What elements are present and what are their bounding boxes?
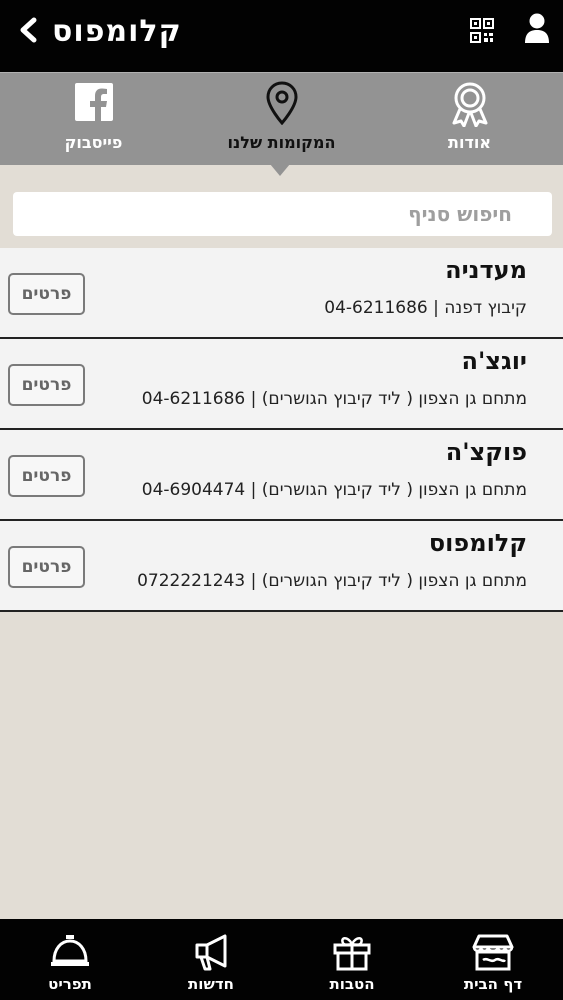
branch-location: מתחם גן הצפון ( ליד קיבוץ הגושרים) xyxy=(261,480,527,500)
list-item[interactable]: קלומפוס מתחם גן הצפון ( ליד קיבוץ הגושרי… xyxy=(0,521,563,612)
chevron-left-icon[interactable] xyxy=(16,16,40,44)
tab-label: המקומות שלנו xyxy=(227,133,336,152)
tab-label: פייסבוק xyxy=(64,133,123,152)
user-icon[interactable] xyxy=(524,12,550,44)
app-screen: קלומפוס פייסבוק המקומות שלנו אודות חיפוש… xyxy=(0,0,563,1000)
megaphone-icon xyxy=(195,934,227,971)
branch-phone[interactable]: 04-6211686 xyxy=(142,389,245,409)
branch-info: מתחם גן הצפון ( ליד קיבוץ הגושרים) | 072… xyxy=(137,571,527,591)
branch-info: קיבוץ דפנה | 04-6211686 xyxy=(324,298,527,318)
app-title: קלומפוס xyxy=(52,14,182,49)
search-input[interactable] xyxy=(13,192,552,236)
store-icon xyxy=(472,934,514,971)
nav-menu[interactable]: תפריט xyxy=(0,919,140,1000)
award-ribbon-icon xyxy=(452,82,487,127)
separator: | xyxy=(245,480,257,500)
branch-info: מתחם גן הצפון ( ליד קיבוץ הגושרים) | 04-… xyxy=(142,389,527,409)
search-area xyxy=(0,176,563,248)
branch-name: מעדניה xyxy=(445,256,527,284)
details-button[interactable]: פרטים xyxy=(8,273,85,315)
separator: | xyxy=(245,571,257,591)
tab-facebook[interactable]: פייסבוק xyxy=(0,73,187,165)
branch-name: פוקצ'ה xyxy=(445,438,527,466)
list-item[interactable]: יוגצ'ה מתחם גן הצפון ( ליד קיבוץ הגושרים… xyxy=(0,339,563,430)
separator: | xyxy=(245,389,257,409)
list-item[interactable]: מעדניה קיבוץ דפנה | 04-6211686 פרטים xyxy=(0,248,563,339)
gift-icon xyxy=(333,937,371,971)
details-button[interactable]: פרטים xyxy=(8,546,85,588)
nav-label: תפריט xyxy=(48,975,92,993)
nav-news[interactable]: חדשות xyxy=(141,919,281,1000)
separator: | xyxy=(427,298,439,318)
location-pin-icon xyxy=(265,81,298,125)
branch-phone[interactable]: 04-6211686 xyxy=(324,298,427,318)
branch-phone[interactable]: 04-6904474 xyxy=(142,480,245,500)
tab-our-places[interactable]: המקומות שלנו xyxy=(188,73,375,165)
nav-benefits[interactable]: הטבות xyxy=(282,919,422,1000)
branch-location: מתחם גן הצפון ( ליד קיבוץ הגושרים) xyxy=(261,571,527,591)
nav-label: הטבות xyxy=(329,975,375,993)
branch-name: יוגצ'ה xyxy=(461,347,527,375)
active-tab-pointer xyxy=(270,164,290,176)
branch-list: מעדניה קיבוץ דפנה | 04-6211686 פרטים יוג… xyxy=(0,248,563,612)
facebook-icon xyxy=(74,83,113,121)
branch-phone[interactable]: 0722221243 xyxy=(137,571,245,591)
top-bar: קלומפוס xyxy=(0,0,563,72)
nav-home[interactable]: דף הבית xyxy=(423,919,563,1000)
nav-label: חדשות xyxy=(188,975,234,993)
branch-location: מתחם גן הצפון ( ליד קיבוץ הגושרים) xyxy=(261,389,527,409)
list-item[interactable]: פוקצ'ה מתחם גן הצפון ( ליד קיבוץ הגושרים… xyxy=(0,430,563,521)
nav-label: דף הבית xyxy=(463,975,523,993)
bottom-nav: תפריט חדשות הטבות דף הבית xyxy=(0,919,563,1000)
tab-bar: פייסבוק המקומות שלנו אודות xyxy=(0,72,563,165)
tab-label: אודות xyxy=(448,133,491,152)
qr-code-icon[interactable] xyxy=(470,18,494,44)
tab-about[interactable]: אודות xyxy=(376,73,563,165)
service-bell-icon xyxy=(51,935,89,966)
details-button[interactable]: פרטים xyxy=(8,455,85,497)
branch-info: מתחם גן הצפון ( ליד קיבוץ הגושרים) | 04-… xyxy=(142,480,527,500)
branch-name: קלומפוס xyxy=(428,529,527,557)
details-button[interactable]: פרטים xyxy=(8,364,85,406)
branch-location: קיבוץ דפנה xyxy=(444,298,527,318)
